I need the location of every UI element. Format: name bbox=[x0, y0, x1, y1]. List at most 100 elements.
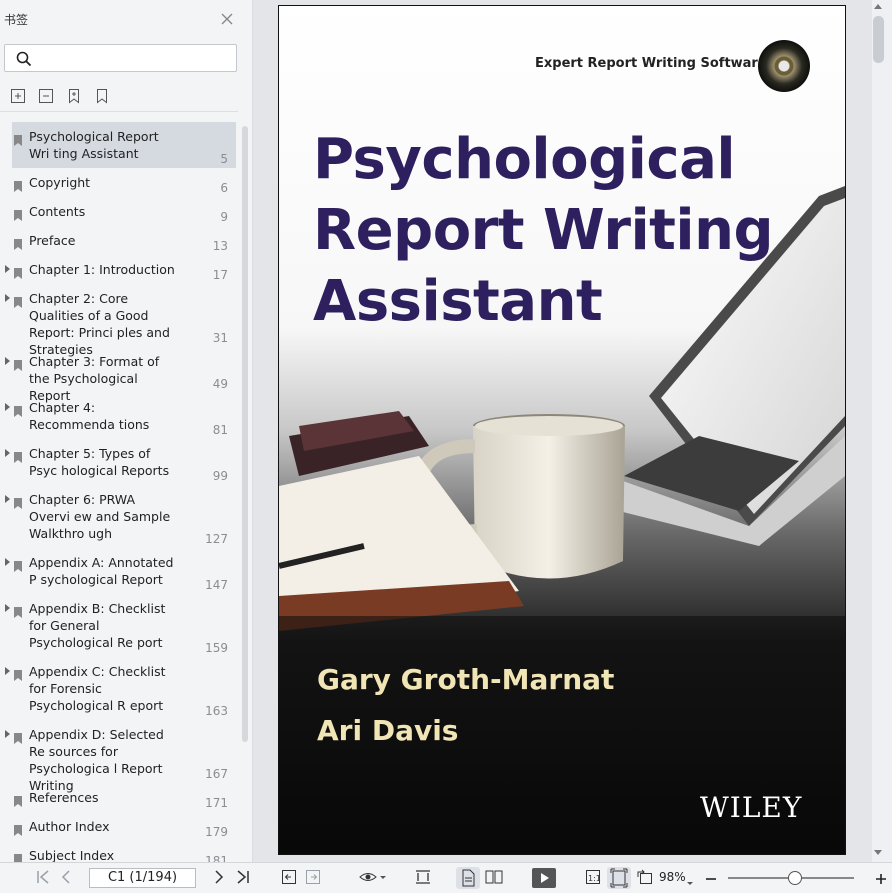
toc-item[interactable]: Contents 9 bbox=[12, 203, 236, 227]
toc-page-number: 9 bbox=[220, 210, 228, 224]
expand-all-icon[interactable] bbox=[10, 88, 26, 104]
toc-item[interactable]: Chapter 6: PRWA Overvi ew and Sample Wal… bbox=[5, 491, 236, 547]
view-mode-icon[interactable] bbox=[359, 869, 387, 889]
toc-item[interactable]: Preface 13 bbox=[12, 232, 236, 256]
bookmark-icon[interactable] bbox=[94, 88, 110, 104]
search-input[interactable] bbox=[4, 44, 237, 72]
document-scrollbar[interactable] bbox=[872, 0, 892, 862]
prev-page-icon[interactable] bbox=[60, 869, 72, 889]
cd-disc-icon bbox=[758, 40, 810, 92]
toc-item[interactable]: Copyright 6 bbox=[12, 174, 236, 198]
bookmark-icon bbox=[14, 293, 22, 308]
toc-label: Appendix D: Selected Re sources for Psyc… bbox=[29, 727, 164, 793]
single-page-icon[interactable] bbox=[456, 867, 480, 889]
cover-title-line: Report Writing bbox=[313, 198, 774, 263]
first-page-icon[interactable] bbox=[36, 869, 50, 889]
bookmark-icon bbox=[14, 494, 22, 509]
toc-label: Chapter 1: Introduction bbox=[29, 262, 175, 277]
rotate-icon[interactable] bbox=[636, 869, 654, 889]
play-slideshow-icon[interactable] bbox=[532, 868, 556, 892]
toc-label: Copyright bbox=[29, 175, 91, 190]
toc-label: Contents bbox=[29, 204, 86, 219]
toc-item[interactable]: Author Index 179 bbox=[12, 818, 236, 842]
toc-page-number: 5 bbox=[220, 152, 228, 166]
expand-caret-icon[interactable] bbox=[5, 403, 10, 411]
toc-page-number: 147 bbox=[205, 578, 228, 592]
expand-caret-icon[interactable] bbox=[5, 449, 10, 457]
zoom-level[interactable]: 98% bbox=[659, 870, 686, 884]
zoom-slider[interactable] bbox=[728, 871, 854, 885]
toc-label: Chapter 3: Format of the Psychological R… bbox=[29, 354, 160, 403]
divider bbox=[0, 111, 238, 112]
toc-item[interactable]: Appendix A: Annotated P sychological Rep… bbox=[5, 554, 236, 594]
toc-item[interactable]: Chapter 5: Types of Psyc hological Repor… bbox=[5, 445, 236, 485]
expand-caret-icon[interactable] bbox=[5, 604, 10, 612]
toc-label: Preface bbox=[29, 233, 76, 248]
zoom-dropdown-icon[interactable] bbox=[686, 872, 694, 891]
expand-caret-icon[interactable] bbox=[5, 730, 10, 738]
next-page-icon[interactable] bbox=[213, 869, 225, 889]
svg-text:1:1: 1:1 bbox=[588, 874, 601, 883]
sidebar-scrollbar[interactable] bbox=[242, 126, 248, 742]
zoom-in-icon[interactable] bbox=[875, 870, 887, 889]
fit-width-icon[interactable] bbox=[414, 869, 432, 889]
toc-page-number: 127 bbox=[205, 532, 228, 546]
bookmark-icon bbox=[14, 264, 22, 279]
expand-caret-icon[interactable] bbox=[5, 667, 10, 675]
forward-icon[interactable] bbox=[305, 869, 321, 889]
add-bookmark-icon[interactable] bbox=[66, 88, 82, 104]
toc-page-number: 179 bbox=[205, 825, 228, 839]
bookmark-icon bbox=[14, 821, 22, 836]
toc-item[interactable]: Chapter 1: Introduction 17 bbox=[5, 261, 236, 285]
scroll-down-icon[interactable] bbox=[874, 850, 882, 855]
toc-item[interactable]: Subject Index 181 bbox=[12, 847, 236, 862]
publisher-logo: WILEY bbox=[700, 791, 803, 824]
toc-item[interactable]: Appendix B: Checklist for General Psycho… bbox=[5, 600, 236, 656]
bottom-toolbar: C1 (1/194) 1:1 98% bbox=[0, 862, 892, 893]
back-icon[interactable] bbox=[281, 869, 297, 889]
toc-page-number: 163 bbox=[205, 704, 228, 718]
bookmark-icon bbox=[14, 131, 22, 146]
bookmark-icon bbox=[14, 356, 22, 371]
expand-caret-icon[interactable] bbox=[5, 495, 10, 503]
collapse-all-icon[interactable] bbox=[38, 88, 54, 104]
toc-page-number: 159 bbox=[205, 641, 228, 655]
toc-item[interactable]: References 171 bbox=[12, 789, 236, 813]
cover-author: Gary Groth-Marnat bbox=[317, 663, 615, 696]
toc-item[interactable]: Chapter 2: Core Qualities of a Good Repo… bbox=[5, 290, 236, 357]
expand-caret-icon[interactable] bbox=[5, 357, 10, 365]
toc-item[interactable]: Psychological Report Wri ting Assistant … bbox=[12, 122, 236, 168]
zoom-out-icon[interactable] bbox=[705, 870, 717, 889]
cover-title: Psychological Report Writing Assistant bbox=[313, 124, 833, 337]
fit-page-icon[interactable] bbox=[607, 867, 631, 889]
toc-label: Psychological Report Wri ting Assistant bbox=[29, 129, 159, 161]
expand-caret-icon[interactable] bbox=[5, 558, 10, 566]
bookmark-icon bbox=[14, 729, 22, 744]
close-icon[interactable] bbox=[219, 11, 235, 27]
two-page-icon[interactable] bbox=[484, 869, 504, 889]
bookmark-icon bbox=[14, 235, 22, 250]
bookmark-icon bbox=[14, 850, 22, 862]
bookmark-list: Psychological Report Wri ting Assistant … bbox=[0, 122, 238, 862]
expand-caret-icon[interactable] bbox=[5, 294, 10, 302]
scroll-thumb[interactable] bbox=[873, 16, 884, 63]
toc-page-number: 31 bbox=[212, 331, 228, 345]
scroll-up-icon[interactable] bbox=[874, 4, 882, 9]
toc-item[interactable]: Appendix D: Selected Re sources for Psyc… bbox=[5, 726, 236, 793]
toc-item[interactable]: Chapter 4: Recommenda tions 81 bbox=[5, 399, 236, 439]
page-number-input[interactable]: C1 (1/194) bbox=[89, 868, 196, 888]
last-page-icon[interactable] bbox=[236, 869, 250, 889]
toc-page-number: 17 bbox=[212, 268, 228, 282]
actual-size-icon[interactable]: 1:1 bbox=[585, 869, 601, 889]
toc-label: Subject Index bbox=[29, 848, 115, 862]
toc-page-number: 171 bbox=[205, 796, 228, 810]
zoom-slider-knob[interactable] bbox=[787, 871, 802, 885]
expand-caret-icon[interactable] bbox=[5, 265, 10, 273]
toc-item[interactable]: Appendix C: Checklist for Forensic Psych… bbox=[5, 663, 236, 719]
toc-page-number: 49 bbox=[212, 377, 228, 391]
toc-item[interactable]: Chapter 3: Format of the Psychological R… bbox=[5, 353, 236, 403]
bookmark-icon bbox=[14, 402, 22, 417]
bookmark-icon bbox=[14, 557, 22, 572]
bookmark-icon bbox=[14, 448, 22, 463]
toc-label: Author Index bbox=[29, 819, 110, 834]
